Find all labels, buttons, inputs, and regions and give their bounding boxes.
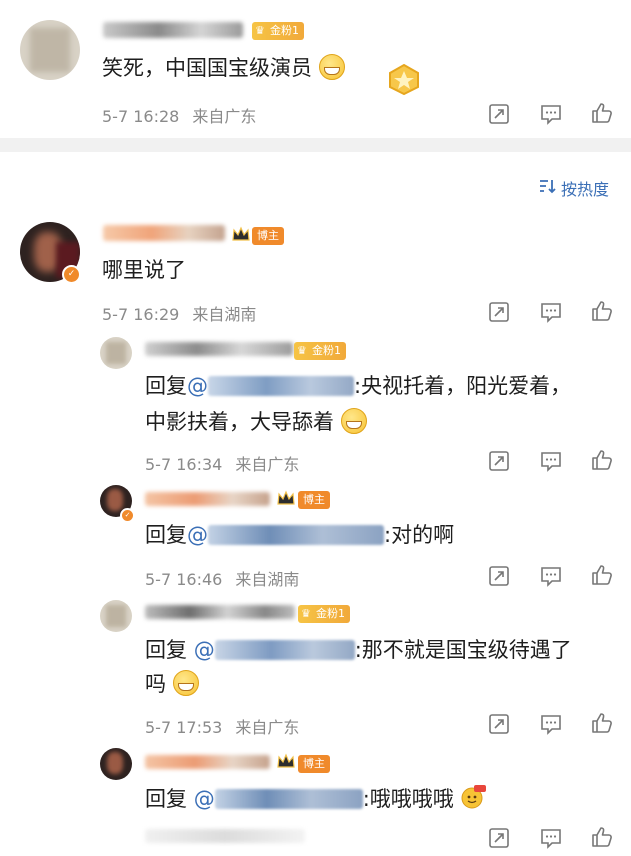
share-icon[interactable] — [487, 300, 511, 324]
fan-badge: ♛ 金粉1 — [298, 605, 350, 623]
thumbs-up-icon[interactable] — [590, 101, 614, 125]
grin-emoji-icon — [340, 408, 367, 434]
reply-body: 吗 — [145, 672, 166, 696]
crown-icon: ♛ — [255, 24, 265, 37]
blogger-badge: 博主 — [298, 755, 330, 773]
comment-icon[interactable] — [539, 449, 563, 473]
grin-emoji-icon — [318, 54, 345, 80]
share-icon[interactable] — [487, 564, 511, 588]
comment-icon[interactable] — [539, 712, 563, 736]
mention-link[interactable]: @ — [187, 374, 208, 398]
fan-badge-label: 金粉1 — [316, 607, 345, 620]
comment-body: 哪里说了 — [102, 258, 186, 282]
mention-blurred[interactable] — [208, 376, 354, 396]
username-blurred[interactable] — [145, 605, 295, 619]
fan-badge: ♛ 金粉1 — [252, 22, 304, 40]
fan-badge: ♛ 金粉1 — [294, 342, 346, 360]
reply-text: 回复 @ :那不就是国宝级待遇了 — [145, 632, 572, 668]
reply-prefix: 回复 — [145, 523, 187, 547]
fan-badge-label: 金粉1 — [270, 24, 299, 37]
sort-button[interactable]: 按热度 — [561, 176, 609, 200]
sort-icon[interactable] — [537, 176, 557, 196]
reply-text-line2: 吗 — [145, 666, 199, 702]
mention-blurred[interactable] — [214, 640, 355, 660]
grin-emoji-icon — [172, 670, 199, 696]
comment-meta: 5-7 16:29 来自湖南 — [102, 301, 256, 325]
timestamp: 5-7 16:46 — [145, 570, 223, 589]
reply-text: 回复 @ :哦哦哦哦 — [145, 781, 487, 817]
reply-text-line2: 中影扶着，大导舔着 — [145, 404, 367, 440]
reply-text: 回复@ :央视托着，阳光爱着， — [145, 368, 571, 404]
verified-icon: ✓ — [120, 508, 135, 523]
username-blurred[interactable] — [103, 225, 225, 241]
reply-prefix: 回复 — [145, 638, 187, 662]
fan-badge-label: 金粉1 — [312, 344, 341, 357]
comment-icon[interactable] — [539, 564, 563, 588]
crown-icon: ♛ — [301, 607, 311, 620]
crown-icon: ♛ — [297, 344, 307, 357]
comment-icon[interactable] — [539, 826, 563, 850]
comment-text: 笑死，中国国宝级演员 — [102, 50, 345, 86]
thumbs-up-icon[interactable] — [590, 563, 614, 587]
thumbs-up-icon[interactable] — [590, 825, 614, 849]
blogger-badge: 博主 — [298, 491, 330, 509]
reply-meta: 5-7 16:34 来自广东 — [145, 451, 299, 475]
location: 来自广东 — [235, 455, 300, 474]
location: 来自广东 — [192, 107, 257, 126]
share-icon[interactable] — [487, 102, 511, 126]
mention-blurred[interactable] — [208, 525, 384, 545]
location: 来自湖南 — [192, 305, 257, 324]
username-blurred[interactable] — [145, 755, 270, 769]
reply-meta: 5-7 17:53 来自广东 — [145, 714, 299, 738]
comment-icon[interactable] — [539, 300, 563, 324]
comment-text: 哪里说了 — [102, 252, 186, 288]
666-emoji-icon — [461, 785, 487, 809]
avatar[interactable] — [100, 337, 132, 369]
avatar[interactable] — [100, 600, 132, 632]
mention-link[interactable]: @ — [194, 638, 215, 662]
comment-meta: 5-7 16:28 来自广东 — [102, 103, 256, 127]
mention-link[interactable]: @ — [194, 787, 215, 811]
timestamp: 5-7 17:53 — [145, 718, 223, 737]
location: 来自湖南 — [235, 570, 300, 589]
reply-meta: 5-7 16:46 来自湖南 — [145, 566, 299, 590]
blogger-badge: 博主 — [252, 227, 284, 245]
thumbs-up-icon[interactable] — [590, 711, 614, 735]
reply-body: :央视托着，阳光爱着， — [354, 374, 572, 398]
avatar[interactable] — [100, 748, 132, 780]
timestamp: 5-7 16:34 — [145, 455, 223, 474]
reply-prefix: 回复 — [145, 787, 187, 811]
mention-link[interactable]: @ — [187, 523, 208, 547]
comment-body: 笑死，中国国宝级演员 — [102, 56, 312, 80]
location: 来自广东 — [235, 718, 300, 737]
username-blurred[interactable] — [145, 492, 270, 506]
thumbs-up-icon[interactable] — [590, 448, 614, 472]
crown-icon — [232, 226, 250, 241]
verified-icon: ✓ — [62, 265, 81, 284]
reply-body: :对的啊 — [384, 523, 455, 547]
thumbs-up-icon[interactable] — [590, 299, 614, 323]
avatar[interactable] — [20, 20, 80, 80]
comment-icon[interactable] — [539, 102, 563, 126]
reply-body: 中影扶着，大导舔着 — [145, 410, 334, 434]
section-divider — [0, 138, 631, 152]
share-icon[interactable] — [487, 449, 511, 473]
username-blurred[interactable] — [145, 342, 293, 356]
truncated-meta-blurred — [145, 829, 305, 843]
username-blurred[interactable] — [103, 22, 243, 38]
mention-blurred[interactable] — [214, 789, 363, 809]
reply-text: 回复@ :对的啊 — [145, 517, 454, 553]
share-icon[interactable] — [487, 826, 511, 850]
crown-icon — [277, 753, 295, 768]
gold-badge-icon — [389, 63, 419, 96]
timestamp: 5-7 16:29 — [102, 305, 180, 324]
reply-body: :那不就是国宝级待遇了 — [354, 638, 572, 662]
reply-body: :哦哦哦哦 — [362, 787, 454, 811]
timestamp: 5-7 16:28 — [102, 107, 180, 126]
share-icon[interactable] — [487, 712, 511, 736]
reply-prefix: 回复 — [145, 374, 187, 398]
crown-icon — [277, 490, 295, 505]
